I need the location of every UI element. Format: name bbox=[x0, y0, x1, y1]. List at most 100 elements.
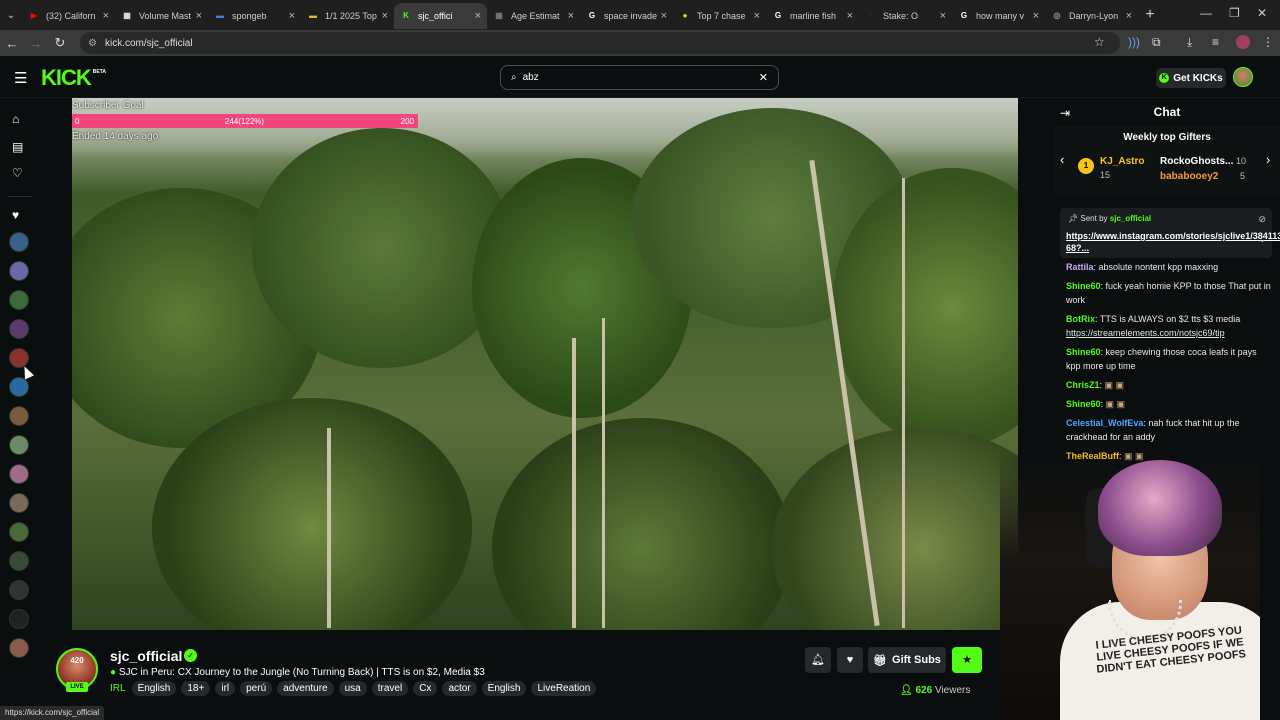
minimize-icon[interactable]: — bbox=[1200, 6, 1212, 20]
subscribe-button[interactable]: ★ bbox=[952, 647, 982, 673]
browser-tab[interactable]: ▶ (32) Californ × bbox=[22, 3, 115, 29]
stream-tag[interactable]: Cx bbox=[413, 681, 438, 696]
gifter-name[interactable]: RockoGhosts... bbox=[1160, 156, 1233, 167]
url-field[interactable]: ⚙ kick.com/sjc_official bbox=[80, 32, 1120, 54]
followed-channel-avatar[interactable] bbox=[9, 551, 29, 571]
chevron-right-icon[interactable]: › bbox=[1266, 152, 1270, 167]
chat-username[interactable]: ChrisZ1 bbox=[1066, 380, 1100, 390]
followed-channel-avatar[interactable] bbox=[9, 232, 29, 252]
chat-link[interactable]: https://streamelements.com/notsjc69/tip bbox=[1066, 328, 1225, 338]
stream-tag[interactable]: perú bbox=[240, 681, 273, 696]
tab-close-icon[interactable]: × bbox=[196, 10, 202, 22]
tab-close-icon[interactable]: × bbox=[289, 10, 295, 22]
stream-tag[interactable]: 18+ bbox=[181, 681, 211, 696]
browser-tab[interactable]: ▦ Age Estimat × bbox=[487, 3, 580, 29]
reload-icon[interactable]: ↻ bbox=[48, 35, 72, 51]
collapse-chat-icon[interactable]: ⇥ bbox=[1060, 106, 1070, 120]
chat-username[interactable]: Shine60 bbox=[1066, 281, 1101, 291]
hide-pin-icon[interactable]: ⊘ bbox=[1258, 214, 1266, 225]
followed-channel-avatar[interactable] bbox=[9, 580, 29, 600]
followed-channel-avatar[interactable] bbox=[9, 290, 29, 310]
tab-close-icon[interactable]: × bbox=[940, 10, 946, 22]
tab-close-icon[interactable]: × bbox=[568, 10, 574, 22]
pinned-link[interactable]: https://www.instagram.com/stories/sjcliv… bbox=[1066, 230, 1280, 254]
stream-tag[interactable]: LiveReation bbox=[531, 681, 597, 696]
pinned-user[interactable]: sjc_official bbox=[1110, 214, 1151, 223]
tab-close-icon[interactable]: × bbox=[847, 10, 853, 22]
browser-tab[interactable]: Ksjc_offici × bbox=[394, 3, 487, 29]
chat-username[interactable]: Shine60 bbox=[1066, 399, 1101, 409]
gift-subs-button[interactable]: 🎁︎ Gift Subs bbox=[868, 647, 946, 673]
forward-icon[interactable]: → bbox=[24, 36, 48, 51]
followed-channel-avatar[interactable] bbox=[9, 435, 29, 455]
stream-tag[interactable]: irl bbox=[215, 681, 236, 696]
tab-close-icon[interactable]: × bbox=[661, 10, 667, 22]
followed-channel-avatar[interactable] bbox=[9, 638, 29, 658]
gifter-name[interactable]: bababooey2 bbox=[1160, 171, 1218, 182]
chat-username[interactable]: Celestial_WolfEva bbox=[1066, 418, 1143, 428]
tab-search-icon[interactable]: ⌄ bbox=[0, 10, 22, 21]
browser-tab[interactable]: S Stake: O × bbox=[859, 3, 952, 29]
browser-tab[interactable]: ▬ 1/1 2025 Top × bbox=[301, 3, 394, 29]
channel-name[interactable]: sjc_official bbox=[110, 648, 182, 664]
clear-search-icon[interactable]: ✕ bbox=[759, 71, 768, 84]
browser-tab[interactable]: ● Top 7 chase × bbox=[673, 3, 766, 29]
followed-channel-avatar[interactable] bbox=[9, 464, 29, 484]
stream-tag[interactable]: English bbox=[481, 681, 527, 696]
browser-tab[interactable]: Ghow many v × bbox=[952, 3, 1045, 29]
tab-close-icon[interactable]: × bbox=[754, 10, 760, 22]
restore-icon[interactable]: ❐ bbox=[1229, 6, 1240, 20]
bookmark-star-icon[interactable]: ☆ bbox=[1094, 35, 1105, 49]
browser-tab[interactable]: Gspace invade × bbox=[580, 3, 673, 29]
chat-username[interactable]: Rattila bbox=[1066, 262, 1094, 272]
browser-tab[interactable]: Gmarline fish × bbox=[766, 3, 859, 29]
browse-icon[interactable]: ▤ bbox=[12, 140, 23, 154]
stream-tag[interactable]: usa bbox=[338, 681, 367, 696]
gifter-name[interactable]: KJ_Astro bbox=[1100, 156, 1144, 167]
tab-close-icon[interactable]: × bbox=[475, 10, 481, 22]
stream-tag[interactable]: English bbox=[131, 681, 177, 696]
expand-pin-icon[interactable]: ⌄ bbox=[1258, 234, 1266, 245]
back-icon[interactable]: ← bbox=[0, 36, 24, 51]
user-avatar[interactable] bbox=[1233, 67, 1253, 87]
profile-avatar[interactable] bbox=[1236, 35, 1250, 49]
tab-close-icon[interactable]: × bbox=[1126, 10, 1132, 22]
browser-tab[interactable]: ◎ Darryn-Lyon × bbox=[1045, 3, 1138, 29]
search-input[interactable]: ⌕ abz ✕ bbox=[500, 65, 779, 90]
menu-dots-icon[interactable]: ⋮ bbox=[1262, 35, 1274, 49]
stream-tag[interactable]: travel bbox=[371, 681, 409, 696]
site-info-icon[interactable]: ⚙ bbox=[88, 38, 97, 49]
followed-channel-avatar[interactable] bbox=[9, 406, 29, 426]
kick-logo[interactable]: KICK BETA bbox=[41, 65, 106, 91]
chevron-left-icon[interactable]: ‹ bbox=[1060, 152, 1064, 167]
audio-icon[interactable]: ))) bbox=[1128, 35, 1140, 49]
video-player[interactable]: Subscriber Goal 0 244(122%) 200 Ended 14… bbox=[72, 98, 1018, 630]
stream-tag[interactable]: adventure bbox=[277, 681, 334, 696]
followed-channel-avatar[interactable] bbox=[9, 493, 29, 513]
reading-list-icon[interactable]: ≡ bbox=[1212, 35, 1219, 49]
browser-tab[interactable]: ▬ spongeb × bbox=[208, 3, 301, 29]
close-window-icon[interactable]: ✕ bbox=[1257, 6, 1267, 20]
new-tab-button[interactable]: + bbox=[1138, 6, 1162, 24]
followed-channel-avatar[interactable] bbox=[9, 609, 29, 629]
extensions-icon[interactable]: ⧉ bbox=[1152, 35, 1161, 50]
home-icon[interactable]: ⌂ bbox=[12, 112, 19, 126]
get-kicks-button[interactable]: K Get KICKs bbox=[1156, 68, 1226, 88]
tab-close-icon[interactable]: × bbox=[382, 10, 388, 22]
followed-channel-avatar[interactable] bbox=[9, 261, 29, 281]
download-icon[interactable]: ⤓ bbox=[1187, 35, 1192, 50]
tab-close-icon[interactable]: × bbox=[103, 10, 109, 22]
following-icon[interactable]: ♡ bbox=[12, 166, 23, 180]
tab-close-icon[interactable]: × bbox=[1033, 10, 1039, 22]
category-link[interactable]: IRL bbox=[110, 683, 126, 694]
stream-tag[interactable]: actor bbox=[442, 681, 477, 696]
chat-username[interactable]: BotRix bbox=[1066, 314, 1095, 324]
followed-channel-avatar[interactable] bbox=[9, 319, 29, 339]
chat-username[interactable]: Shine60 bbox=[1066, 347, 1101, 357]
followed-channel-avatar[interactable] bbox=[9, 377, 29, 397]
notification-bell-button[interactable]: 🔔︎ bbox=[805, 647, 831, 673]
hamburger-menu-icon[interactable]: ☰ bbox=[14, 69, 27, 87]
followed-channel-avatar[interactable] bbox=[9, 522, 29, 542]
browser-tab[interactable]: ▦ Volume Mast × bbox=[115, 3, 208, 29]
follow-heart-button[interactable]: ♥ bbox=[837, 647, 863, 673]
